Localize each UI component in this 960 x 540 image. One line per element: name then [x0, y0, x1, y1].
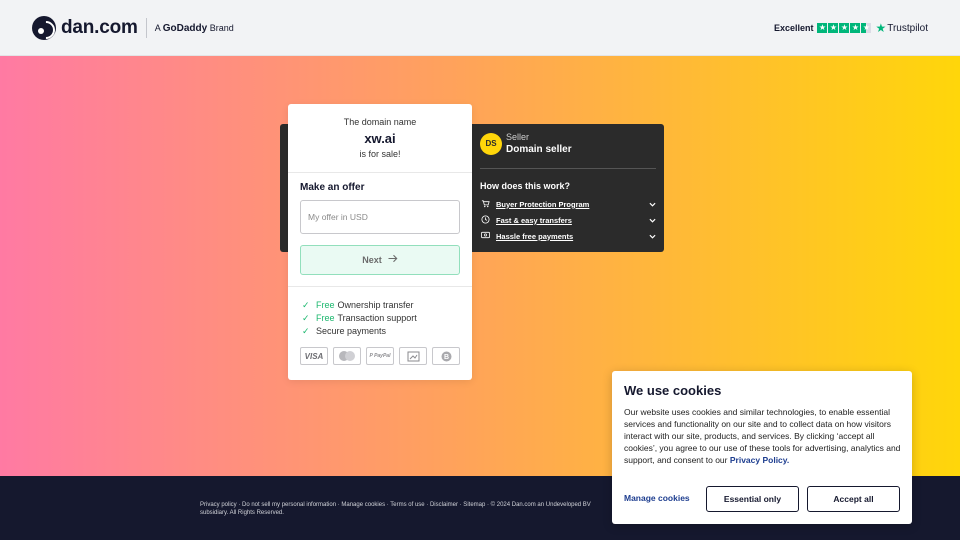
how-item-hassle-free[interactable]: Hassle free payments [480, 229, 656, 243]
trustpilot-rating[interactable]: Excellent ★ ★ ★ ★ ★ ★ Trustpilot [774, 21, 928, 35]
trustpilot-star-icon: ★ [875, 21, 887, 35]
how-item-buyer-protection[interactable]: Buyer Protection Program [480, 197, 656, 211]
cart-icon [480, 199, 490, 209]
trustpilot-stars: ★ ★ ★ ★ ★ [817, 23, 872, 33]
check-icon: ✓ [302, 312, 310, 323]
card-divider [288, 172, 472, 173]
bank-transfer-icon [399, 347, 427, 365]
benefit-text: Secure payments [316, 326, 387, 336]
next-button-label: Next [362, 255, 382, 265]
star-icon: ★ [817, 23, 828, 33]
chevron-down-icon [648, 232, 656, 241]
svg-text:B: B [443, 354, 448, 361]
payment-methods: VISA P PayPal B [300, 347, 460, 365]
seller-label: Seller [506, 132, 530, 142]
chevron-down-icon [648, 200, 656, 209]
visa-icon: VISA [300, 347, 328, 365]
seller-info: DS Seller Domain seller [480, 132, 656, 155]
dan-logo-icon [32, 16, 56, 40]
free-label: Free [316, 313, 335, 323]
site-header: dan.com A GoDaddy Brand Excellent ★ ★ ★ … [0, 0, 960, 56]
logo-text: dan.com [61, 17, 138, 38]
godaddy-brand: A GoDaddy Brand [154, 22, 234, 34]
cookie-title: We use cookies [624, 383, 722, 398]
star-icon: ★ [828, 23, 839, 33]
dan-logo[interactable]: dan.com A GoDaddy Brand [32, 16, 234, 40]
trustpilot-name: Trustpilot [887, 22, 928, 34]
manage-cookies-link[interactable]: Manage cookies [624, 493, 690, 503]
cookie-dialog: We use cookies Our website uses cookies … [612, 371, 912, 524]
make-offer-label: Make an offer [300, 182, 365, 193]
accept-all-button[interactable]: Accept all [807, 486, 900, 512]
seller-divider [480, 168, 656, 169]
offer-amount-input[interactable] [300, 200, 460, 234]
offer-card: The domain name xw.ai is for sale! Make … [288, 104, 472, 380]
benefit-ownership-transfer: ✓ Free Ownership transfer [302, 299, 414, 311]
benefit-text: Transaction support [337, 313, 417, 323]
how-item-label: Fast & easy transfers [496, 215, 572, 225]
privacy-policy-link[interactable]: Privacy Policy [730, 455, 787, 465]
how-item-label: Hassle free payments [496, 231, 574, 241]
domain-intro: The domain name [343, 117, 417, 127]
star-icon: ★ [850, 23, 861, 33]
benefit-text: Ownership transfer [337, 300, 414, 310]
benefit-transaction-support: ✓ Free Transaction support [302, 312, 417, 324]
seller-name: Domain seller [506, 144, 572, 155]
how-item-fast-transfers[interactable]: Fast & easy transfers [480, 213, 656, 227]
bitcoin-icon: B [432, 347, 460, 365]
benefit-secure-payments: ✓ Secure payments [302, 325, 386, 337]
how-item-label: Buyer Protection Program [496, 199, 590, 209]
how-it-works-title: How does this work? [480, 181, 571, 191]
next-button[interactable]: Next [300, 245, 460, 275]
for-sale-text: is for sale! [359, 149, 401, 159]
chevron-down-icon [648, 216, 656, 225]
mastercard-icon [333, 347, 361, 365]
paypal-icon: P PayPal [366, 347, 394, 365]
footer-links[interactable]: Privacy policy · Do not sell my personal… [200, 501, 620, 517]
domain-name: xw.ai [364, 131, 396, 146]
logo-divider [145, 18, 147, 38]
cookie-body: Our website uses cookies and similar tec… [624, 407, 901, 465]
star-icon: ★ [839, 23, 850, 33]
essential-only-button[interactable]: Essential only [706, 486, 799, 512]
seller-avatar: DS [480, 132, 502, 155]
payment-icon [480, 231, 490, 241]
free-label: Free [316, 300, 335, 310]
check-icon: ✓ [302, 325, 310, 336]
trustpilot-label: Excellent [773, 23, 814, 33]
check-icon: ✓ [302, 299, 310, 310]
arrow-right-icon [388, 254, 398, 266]
half-star-icon: ★ [861, 23, 872, 33]
clock-icon [480, 215, 490, 225]
card-divider [288, 286, 472, 287]
